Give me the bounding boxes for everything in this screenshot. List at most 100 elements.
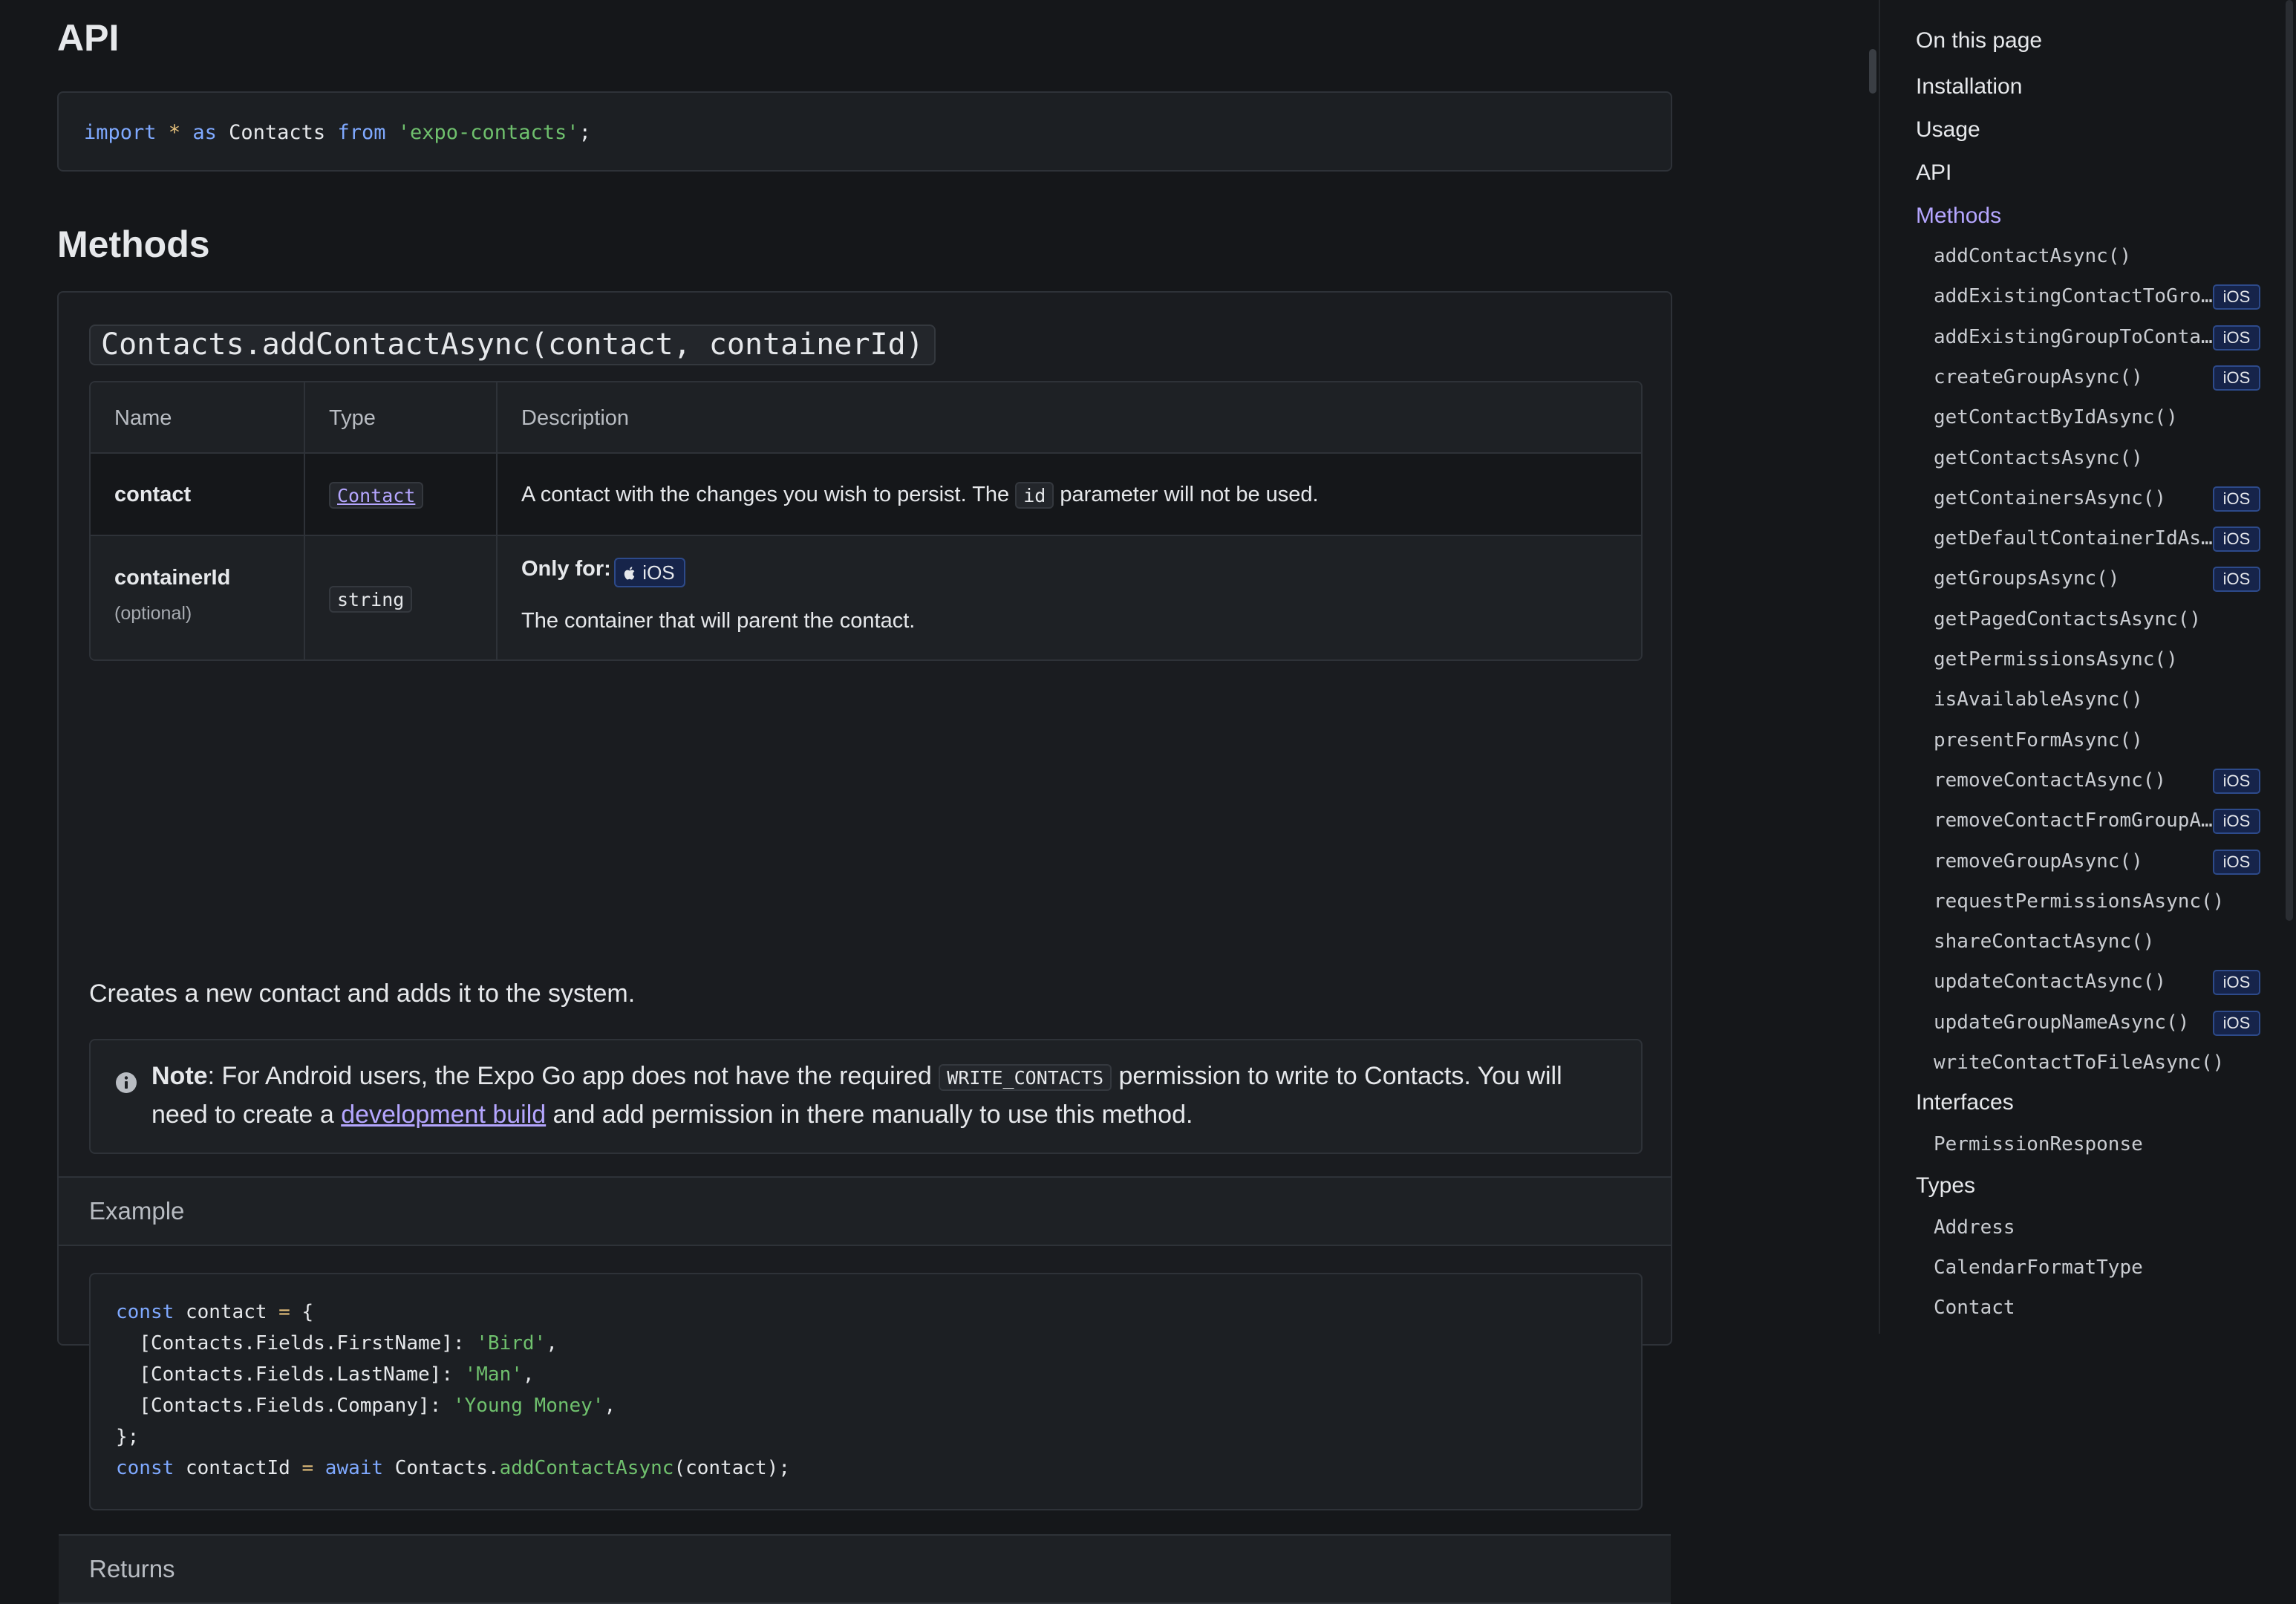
ios-badge: iOS bbox=[2213, 365, 2260, 391]
sidebar-item-method[interactable]: getGroupsAsync() bbox=[1934, 567, 2119, 590]
development-build-link[interactable]: development build bbox=[341, 1101, 546, 1129]
table-cell: string bbox=[305, 536, 498, 659]
returns-section-header: Returns bbox=[59, 1534, 1671, 1604]
code-token: 'expo-contacts' bbox=[397, 121, 579, 144]
import-code-block: import * as Contacts from 'expo-contacts… bbox=[57, 91, 1672, 172]
api-heading: API bbox=[57, 17, 120, 59]
table-row: contact Contact A contact with the chang… bbox=[91, 454, 1641, 536]
sidebar-section-installation[interactable]: Installation bbox=[1916, 74, 2022, 100]
note-callout: Note: For Android users, the Expo Go app… bbox=[89, 1039, 1643, 1154]
param-name: contact bbox=[114, 483, 192, 506]
table-cell: A contact with the changes you wish to p… bbox=[498, 454, 1641, 535]
table-row: containerId (optional) string Only for: … bbox=[91, 536, 1641, 659]
table-header-cell: Description bbox=[498, 382, 1641, 452]
code-token: 'Young Money' bbox=[452, 1395, 604, 1417]
methods-heading: Methods bbox=[57, 224, 210, 265]
code-token: import bbox=[84, 121, 157, 144]
table-header-cell: Name bbox=[91, 382, 305, 452]
sidebar-item-type[interactable]: Contact bbox=[1934, 1297, 2015, 1319]
code-token: addContactAsync bbox=[499, 1457, 674, 1479]
only-for-label: Only for: bbox=[521, 557, 611, 581]
platform-line: Only for: iOS bbox=[521, 557, 685, 587]
table-cell: Contact bbox=[305, 454, 498, 535]
table-cell: Only for: iOS The container that will pa… bbox=[498, 536, 1641, 659]
sidebar-section-interfaces[interactable]: Interfaces bbox=[1916, 1090, 2014, 1115]
parameters-table: Name Type Description contact Contact A … bbox=[89, 381, 1643, 661]
sidebar-item-method[interactable]: getPermissionsAsync() bbox=[1934, 648, 2178, 671]
platform-label: iOS bbox=[642, 561, 675, 584]
table-header-cell: Type bbox=[305, 382, 498, 452]
sidebar-item-method[interactable]: requestPermissionsAsync() bbox=[1934, 890, 2224, 913]
ios-badge: iOS bbox=[2213, 325, 2260, 351]
code-token: ; bbox=[578, 121, 591, 144]
sidebar-item-method[interactable]: addExistingGroupToConta… bbox=[1934, 326, 2213, 348]
sidebar-item-method[interactable]: getContactsAsync() bbox=[1934, 447, 2143, 469]
sidebar-item-method[interactable]: removeGroupAsync() bbox=[1934, 850, 2143, 873]
note-text-part: and add permission in there manually to … bbox=[552, 1101, 1193, 1129]
param-name: containerId bbox=[114, 566, 231, 590]
sidebar-section-types[interactable]: Types bbox=[1916, 1173, 1975, 1199]
inline-code-id: id bbox=[1015, 482, 1054, 509]
sidebar-scrollbar[interactable] bbox=[2286, 0, 2293, 921]
code-token: 'Man' bbox=[464, 1363, 523, 1386]
code-token: = bbox=[301, 1457, 314, 1479]
note-text: Note: For Android users, the Expo Go app… bbox=[151, 1057, 1622, 1134]
sidebar-item-method[interactable]: addExistingContactToGro… bbox=[1934, 285, 2213, 307]
table-cell: containerId (optional) bbox=[91, 536, 305, 659]
sidebar-item-type[interactable]: Address bbox=[1934, 1216, 2015, 1239]
sidebar-item-method[interactable]: presentFormAsync() bbox=[1934, 729, 2143, 752]
sidebar-item-method[interactable]: isAvailableAsync() bbox=[1934, 688, 2143, 711]
code-token: const bbox=[116, 1457, 175, 1479]
table-cell: contact bbox=[91, 454, 305, 535]
example-code-block: const contact = { [Contacts.Fields.First… bbox=[89, 1273, 1643, 1510]
sidebar-item-method[interactable]: addContactAsync() bbox=[1934, 245, 2131, 267]
sidebar-section-methods[interactable]: Methods bbox=[1916, 203, 2001, 229]
code-token: Contacts. bbox=[394, 1457, 500, 1479]
method-card: Contacts.addContactAsync(contact, contai… bbox=[57, 291, 1672, 1604]
param-type-link[interactable]: Contact bbox=[329, 482, 424, 509]
ios-badge: iOS bbox=[2213, 284, 2260, 310]
sidebar-item-method[interactable]: createGroupAsync() bbox=[1934, 366, 2143, 388]
code-token: from bbox=[337, 121, 386, 144]
ios-badge: iOS bbox=[2213, 486, 2260, 512]
param-description: The container that will parent the conta… bbox=[521, 609, 916, 633]
code-token: contactId bbox=[185, 1457, 290, 1479]
sidebar-item-method[interactable]: removeContactFromGroupA… bbox=[1934, 809, 2213, 832]
desc-text: A contact with the changes you wish to p… bbox=[521, 483, 1010, 506]
main-scrollbar[interactable] bbox=[1869, 49, 1876, 94]
note-label: Note bbox=[151, 1062, 208, 1090]
sidebar-section-usage[interactable]: Usage bbox=[1916, 117, 1980, 143]
code-token: 'Bird' bbox=[476, 1332, 547, 1354]
code-token: { bbox=[301, 1301, 314, 1323]
sidebar-item-method[interactable]: getContainersAsync() bbox=[1934, 487, 2166, 509]
info-icon bbox=[116, 1072, 137, 1093]
sidebar-item-type[interactable]: CalendarFormatType bbox=[1934, 1256, 2143, 1279]
header-name: Name bbox=[114, 406, 172, 430]
param-description: A contact with the changes you wish to p… bbox=[521, 454, 1319, 536]
sidebar-item-method[interactable]: updateGroupNameAsync() bbox=[1934, 1011, 2189, 1034]
sidebar-section-api[interactable]: API bbox=[1916, 160, 1951, 186]
sidebar-item-method[interactable]: removeContactAsync() bbox=[1934, 769, 2166, 792]
code-token: = bbox=[278, 1301, 290, 1323]
code-token: * bbox=[168, 121, 181, 144]
ios-badge: iOS bbox=[2213, 1011, 2260, 1036]
ios-badge: iOS bbox=[2213, 809, 2260, 834]
example-label: Example bbox=[89, 1197, 185, 1225]
sidebar-item-interface[interactable]: PermissionResponse bbox=[1934, 1133, 2143, 1155]
sidebar-item-method[interactable]: writeContactToFileAsync() bbox=[1934, 1052, 2224, 1074]
code-token: [Contacts.Fields.LastName] bbox=[139, 1363, 442, 1386]
param-type: string bbox=[329, 586, 413, 613]
code-token: [Contacts.Fields.Company] bbox=[139, 1395, 430, 1417]
code-token: const bbox=[116, 1301, 175, 1323]
inline-code-permission: WRITE_CONTACTS bbox=[939, 1064, 1112, 1092]
type-link-text: Contact bbox=[337, 485, 416, 506]
example-section-header: Example bbox=[59, 1176, 1671, 1246]
sidebar-item-method[interactable]: getContactByIdAsync() bbox=[1934, 406, 2178, 428]
method-description: Creates a new contact and adds it to the… bbox=[89, 979, 636, 1008]
sidebar-item-method[interactable]: getDefaultContainerIdAs… bbox=[1934, 527, 2213, 550]
code-token: await bbox=[324, 1457, 384, 1479]
sidebar-item-method[interactable]: updateContactAsync() bbox=[1934, 971, 2166, 993]
ios-badge: iOS bbox=[2213, 970, 2260, 995]
sidebar-item-method[interactable]: shareContactAsync() bbox=[1934, 930, 2154, 953]
sidebar-item-method[interactable]: getPagedContactsAsync() bbox=[1934, 608, 2201, 630]
